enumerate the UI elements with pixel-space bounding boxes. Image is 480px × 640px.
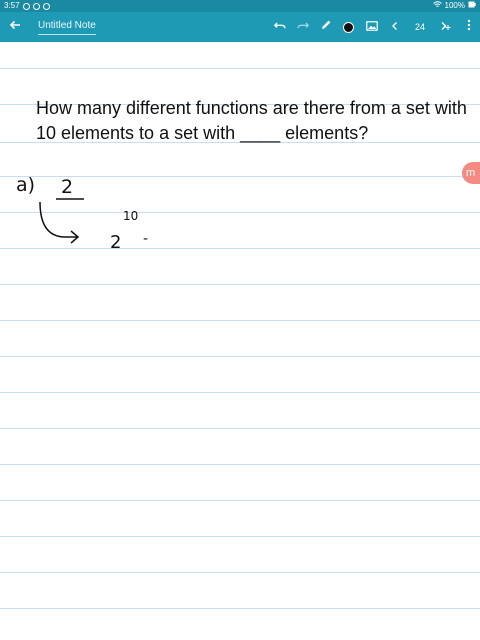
status-notification-icon bbox=[22, 2, 30, 10]
rule-line bbox=[0, 500, 480, 501]
rule-line bbox=[0, 464, 480, 465]
side-tab-label: m bbox=[466, 167, 476, 179]
pen-button[interactable] bbox=[314, 12, 337, 42]
battery-icon bbox=[468, 0, 476, 12]
undo-button[interactable] bbox=[268, 12, 291, 42]
color-dot-icon bbox=[343, 21, 354, 33]
chevron-left-icon bbox=[391, 18, 399, 36]
rule-line bbox=[0, 536, 480, 537]
page-number[interactable]: 24 bbox=[406, 12, 434, 42]
rule-line bbox=[0, 572, 480, 573]
status-bar: 3:57 100% bbox=[0, 0, 480, 12]
image-icon bbox=[365, 18, 378, 36]
note-title[interactable]: Untitled Note bbox=[38, 19, 96, 35]
next-page-icon bbox=[440, 18, 452, 36]
color-picker-button[interactable] bbox=[337, 12, 360, 42]
undo-icon bbox=[273, 18, 286, 36]
redo-button[interactable] bbox=[291, 12, 314, 42]
rule-line bbox=[0, 212, 480, 213]
more-options-button[interactable] bbox=[457, 12, 480, 42]
toolbar: 24 bbox=[268, 12, 480, 42]
more-vert-icon bbox=[467, 18, 471, 36]
status-sync-icon bbox=[32, 2, 40, 10]
app-bar: Untitled Note 24 bbox=[0, 12, 480, 42]
rule-line bbox=[0, 320, 480, 321]
redo-icon bbox=[296, 18, 309, 36]
question-text: How many different functions are there f… bbox=[36, 98, 467, 143]
back-button[interactable] bbox=[0, 12, 30, 42]
insert-image-button[interactable] bbox=[360, 12, 383, 42]
arrow-left-icon bbox=[9, 18, 21, 36]
rule-line bbox=[0, 68, 480, 69]
status-settings-icon bbox=[42, 2, 50, 10]
battery-level: 100% bbox=[444, 1, 465, 10]
rule-line bbox=[0, 176, 480, 177]
rule-line bbox=[0, 608, 480, 609]
rule-line bbox=[0, 284, 480, 285]
status-time: 3:57 bbox=[4, 1, 20, 10]
rule-line bbox=[0, 392, 480, 393]
previous-page-button[interactable] bbox=[383, 12, 406, 42]
next-page-button[interactable] bbox=[434, 12, 457, 42]
wifi-icon bbox=[432, 0, 442, 12]
pen-icon bbox=[320, 18, 332, 36]
rule-line bbox=[0, 428, 480, 429]
rule-line bbox=[0, 356, 480, 357]
side-tab-button[interactable]: m bbox=[462, 162, 480, 184]
rule-line bbox=[0, 248, 480, 249]
